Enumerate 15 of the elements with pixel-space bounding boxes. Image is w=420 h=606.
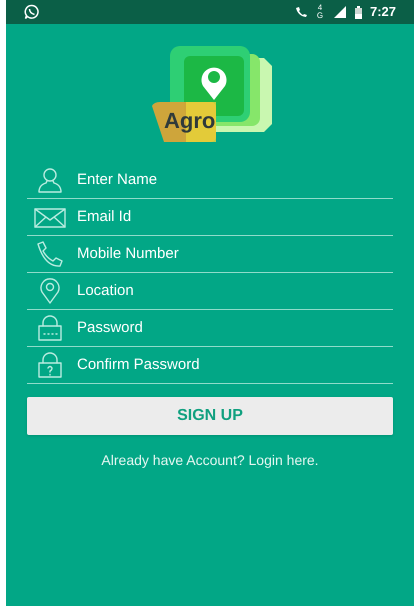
input-field[interactable]: Password	[77, 316, 393, 340]
call-icon	[294, 6, 309, 18]
input-field[interactable]: Confirm Password	[77, 354, 393, 376]
input-field[interactable]: Enter Name	[77, 168, 393, 192]
battery-icon	[354, 6, 362, 18]
login-link[interactable]: Already have Account? Login here.	[27, 450, 393, 471]
logo-text: Agro	[164, 108, 216, 134]
chat-bubble-icon	[24, 4, 40, 20]
clock: 7:27	[370, 3, 396, 22]
signup-button[interactable]: SIGN UP	[27, 397, 393, 435]
network-label: 4G	[316, 4, 324, 20]
signal-icon	[332, 6, 347, 18]
input-field[interactable]: Mobile Number	[77, 242, 393, 266]
input-field[interactable]: Email Id	[77, 206, 393, 228]
input-field[interactable]: Location	[77, 280, 393, 302]
